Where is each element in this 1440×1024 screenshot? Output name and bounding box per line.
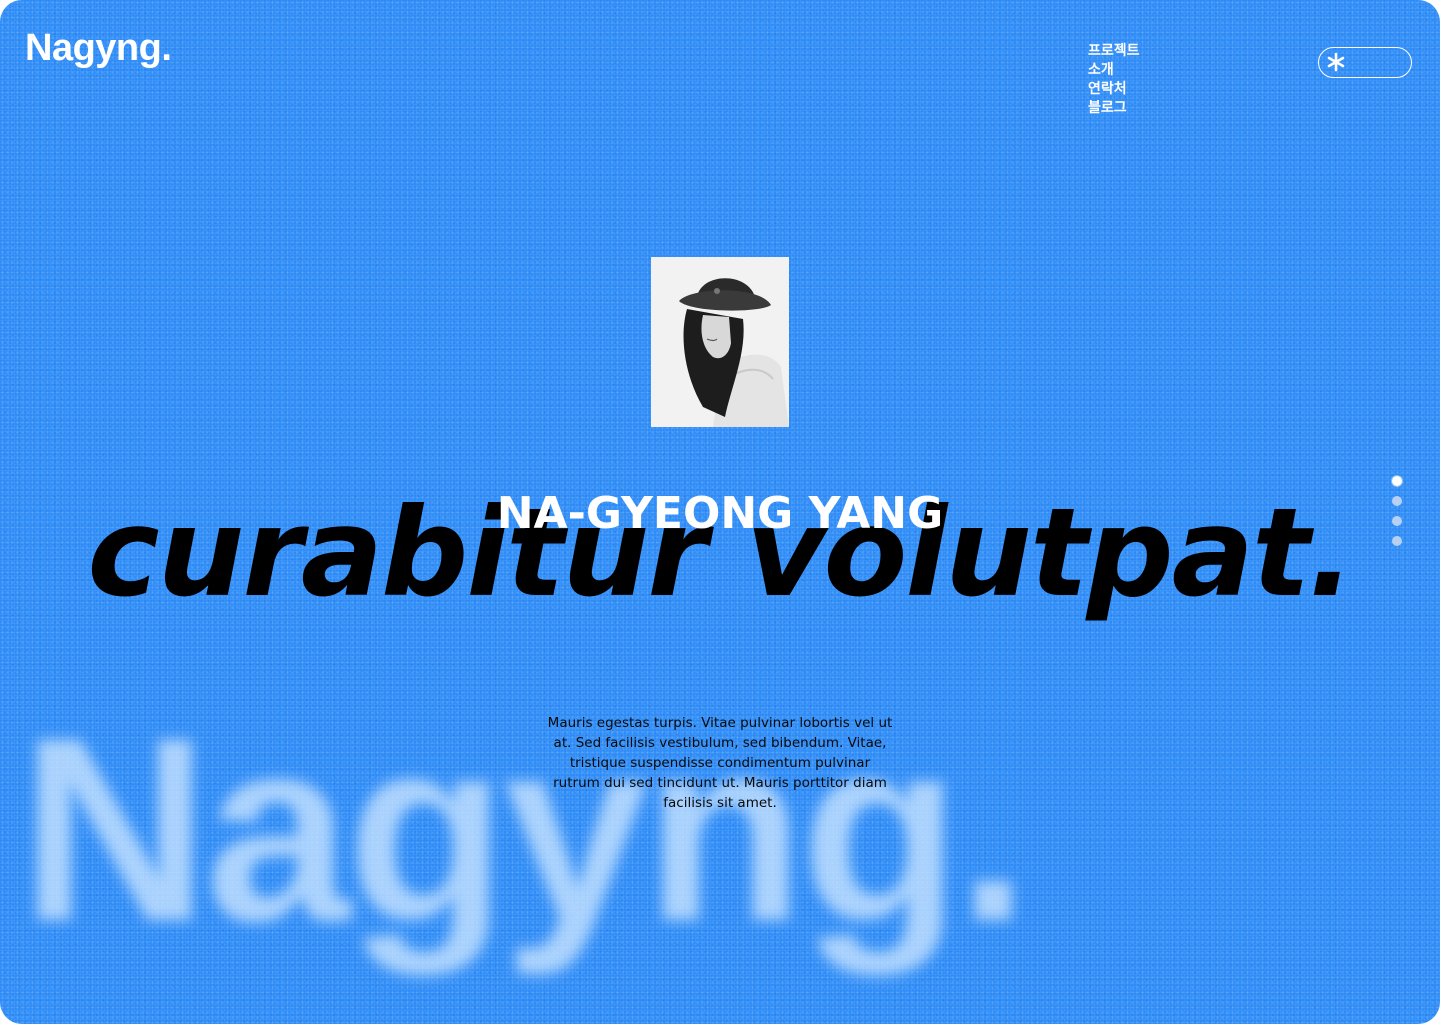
profile-portrait bbox=[651, 257, 789, 427]
nav-item-projects[interactable]: 프로젝트 bbox=[1088, 42, 1140, 61]
portrait-image bbox=[651, 257, 789, 427]
pagination-dot-3[interactable] bbox=[1392, 516, 1402, 526]
site-logo[interactable]: Nagyng. bbox=[25, 26, 172, 70]
hero-description: Mauris egestas turpis. Vitae pulvinar lo… bbox=[547, 715, 893, 811]
nav-item-about[interactable]: 소개 bbox=[1088, 61, 1140, 80]
nav-item-blog[interactable]: 블로그 bbox=[1088, 99, 1140, 118]
main-nav: 프로젝트 소개 연락처 블로그 bbox=[1088, 42, 1140, 118]
nav-item-contact[interactable]: 연락처 bbox=[1088, 80, 1140, 99]
pagination-dot-1[interactable] bbox=[1392, 476, 1402, 486]
asterisk-icon bbox=[1327, 52, 1345, 72]
pagination-dot-4[interactable] bbox=[1392, 536, 1402, 546]
page: Nagyng. Nagyng. 프로젝트 소개 연락처 블로그 curabitu… bbox=[0, 0, 1440, 1024]
pagination-dot-2[interactable] bbox=[1392, 496, 1402, 506]
hero-name: NA-GYEONG YANG bbox=[496, 488, 944, 539]
pagination-dots bbox=[1392, 476, 1402, 546]
menu-toggle-button[interactable] bbox=[1318, 47, 1412, 78]
